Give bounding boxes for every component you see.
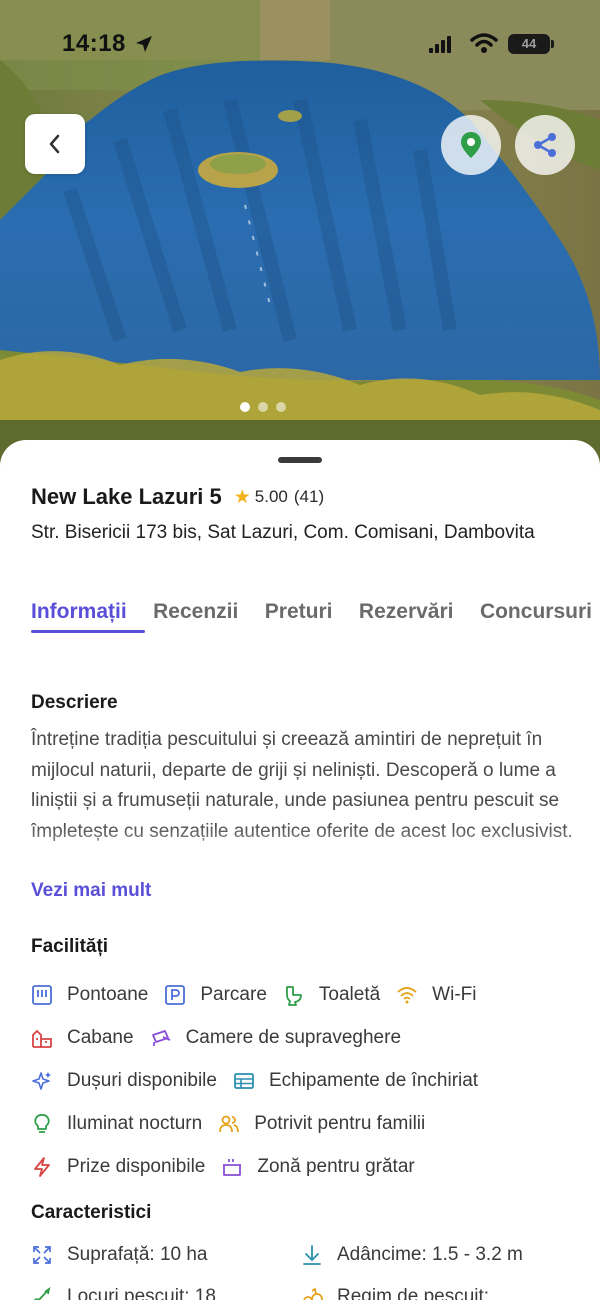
- char-label: Suprafață: 10 ha: [67, 1244, 208, 1265]
- tab-recenzii[interactable]: Recenzii: [153, 600, 238, 624]
- tab-preturi[interactable]: Preturi: [265, 600, 333, 624]
- cellular-signal-icon: [429, 36, 451, 53]
- char-label: Adâncime: 1.5 - 3.2 m: [337, 1244, 523, 1265]
- char-regim: Regim de pescuit:: [301, 1286, 571, 1300]
- facilities-row: Dușuri disponibile Echipamente de închir…: [31, 1059, 591, 1102]
- shower-icon: [32, 1071, 51, 1090]
- facility-iluminat: Iluminat nocturn: [31, 1113, 202, 1135]
- facilities-list: Pontoane Parcare Toaletă Wi-Fi Cabane Ca…: [31, 973, 591, 1188]
- facility-label: Cabane: [67, 1026, 134, 1048]
- reviews-count[interactable]: (41): [294, 487, 324, 507]
- see-more-link[interactable]: Vezi mai mult: [31, 880, 151, 902]
- facility-label: Wi-Fi: [432, 983, 477, 1005]
- regime-icon: [303, 1287, 323, 1300]
- pontoon-icon: [32, 984, 52, 1005]
- share-icon: [534, 133, 556, 157]
- battery-tip: [551, 40, 554, 48]
- camera-icon: [151, 1029, 170, 1046]
- characteristics-list: Suprafață: 10 ha Adâncime: 1.5 - 3.2 m L…: [31, 1234, 591, 1300]
- lake-address: Str. Bisericii 173 bis, Sat Lazuri, Com.…: [31, 522, 535, 543]
- characteristics-row: Locuri pescuit: 18 Regim de pescuit:: [31, 1276, 591, 1300]
- char-locuri: Locuri pescuit: 18: [31, 1286, 301, 1300]
- char-adancime: Adâncime: 1.5 - 3.2 m: [301, 1244, 571, 1266]
- parking-icon: [165, 984, 186, 1005]
- facility-dusuri: Dușuri disponibile: [31, 1070, 217, 1092]
- chevron-left-icon: [49, 134, 60, 154]
- facilities-row: Iluminat nocturn Potrivit pentru familii: [31, 1102, 591, 1145]
- facility-parcare: Parcare: [164, 984, 267, 1006]
- wifi-icon: [397, 986, 417, 1003]
- char-label: Locuri pescuit: 18: [67, 1286, 216, 1300]
- facilities-row: Prize disponibile Zonă pentru grătar: [31, 1145, 591, 1188]
- rating-value: 5.00: [254, 487, 288, 506]
- equipment-icon: [234, 1072, 254, 1089]
- title-row: New Lake Lazuri 5 ★ 5.00 (41): [31, 484, 324, 510]
- power-icon: [34, 1156, 50, 1177]
- facilities-row: Cabane Camere de supraveghere: [31, 1016, 591, 1059]
- family-icon: [219, 1115, 240, 1132]
- facility-label: Prize disponibile: [67, 1155, 206, 1177]
- tab-informatii[interactable]: Informații: [31, 600, 127, 624]
- facility-label: Dușuri disponibile: [67, 1069, 217, 1091]
- characteristics-row: Suprafață: 10 ha Adâncime: 1.5 - 3.2 m: [31, 1234, 591, 1276]
- description-heading: Descriere: [31, 692, 118, 713]
- star-icon: ★: [233, 486, 251, 508]
- facility-label: Potrivit pentru familii: [254, 1112, 426, 1134]
- facility-echipamente: Echipamente de închiriat: [233, 1070, 478, 1092]
- lake-title: New Lake Lazuri 5: [31, 484, 222, 509]
- facilities-heading: Facilități: [31, 936, 109, 957]
- map-pin-icon: [461, 132, 481, 158]
- facility-familii: Potrivit pentru familii: [218, 1113, 425, 1135]
- carousel-dot[interactable]: [258, 402, 268, 412]
- facility-wifi: Wi-Fi: [396, 984, 476, 1006]
- facility-label: Pontoane: [67, 983, 149, 1005]
- location-arrow-icon: [136, 36, 152, 52]
- grill-icon: [223, 1158, 242, 1176]
- facility-label: Iluminat nocturn: [67, 1112, 203, 1134]
- facility-pontoane: Pontoane: [31, 984, 148, 1006]
- facility-label: Parcare: [200, 983, 267, 1005]
- sheet-drag-handle[interactable]: [278, 457, 322, 463]
- facility-gratar: Zonă pentru grătar: [221, 1155, 415, 1178]
- cabin-icon: [32, 1029, 52, 1048]
- carousel-dot-active[interactable]: [240, 402, 250, 412]
- description-fade: [31, 825, 576, 873]
- carousel-dot[interactable]: [276, 402, 286, 412]
- share-button[interactable]: [515, 115, 575, 175]
- facility-prize: Prize disponibile: [31, 1156, 205, 1178]
- facility-label: Zonă pentru grătar: [257, 1155, 415, 1177]
- hero-image[interactable]: 14:18 44: [0, 0, 600, 470]
- description-text: Întreține tradiția pescuitului și creeaz…: [31, 725, 576, 873]
- characteristics-heading: Caracteristici: [31, 1202, 152, 1223]
- toilet-icon: [285, 985, 302, 1006]
- active-tab-indicator: [31, 630, 145, 633]
- char-suprafata: Suprafață: 10 ha: [31, 1244, 301, 1266]
- tab-concursuri[interactable]: Concursuri: [480, 600, 592, 624]
- depth-icon: [303, 1245, 321, 1265]
- facility-label: Toaletă: [318, 983, 381, 1005]
- tab-rezervari[interactable]: Rezervări: [359, 600, 454, 624]
- char-label: Regim de pescuit:: [337, 1286, 490, 1300]
- facility-label: Echipamente de închiriat: [268, 1069, 479, 1091]
- back-button[interactable]: [25, 114, 85, 174]
- battery-icon: 44: [508, 34, 550, 54]
- light-icon: [34, 1113, 50, 1133]
- facility-cabane: Cabane: [31, 1027, 134, 1049]
- facility-toaleta: Toaletă: [283, 984, 380, 1006]
- area-icon: [33, 1246, 51, 1264]
- map-location-button[interactable]: [441, 115, 501, 175]
- spots-icon: [33, 1286, 51, 1300]
- wifi-status-icon: [470, 33, 498, 53]
- carousel-dots[interactable]: [240, 402, 286, 412]
- facilities-row: Pontoane Parcare Toaletă Wi-Fi: [31, 973, 591, 1016]
- facility-label: Camere de supraveghere: [185, 1026, 402, 1048]
- details-sheet: New Lake Lazuri 5 ★ 5.00 (41) Str. Biser…: [0, 440, 600, 1300]
- status-time: 14:18: [62, 30, 126, 57]
- status-bar: 14:18 44: [0, 0, 600, 90]
- facility-camere: Camere de supraveghere: [150, 1027, 401, 1049]
